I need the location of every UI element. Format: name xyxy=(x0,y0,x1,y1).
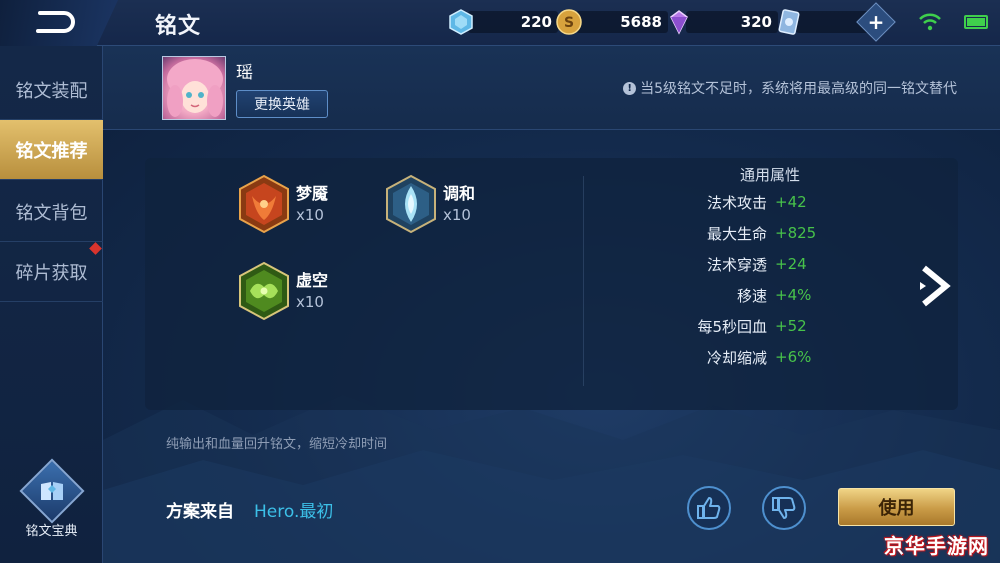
attribute-name: 法术攻击 xyxy=(706,193,767,212)
attribute-row: 移速 +4% xyxy=(585,284,905,306)
divider xyxy=(583,176,584,386)
rune-name: 虚空 xyxy=(296,271,329,290)
attribute-name: 冷却缩减 xyxy=(706,348,767,367)
plus-icon: + xyxy=(867,10,885,34)
attribute-name: 法术穿透 xyxy=(706,255,767,274)
attribute-row: 冷却缩减 +6% xyxy=(585,346,905,368)
diamond-resource: 220 xyxy=(448,8,558,36)
diamond-icon xyxy=(449,9,473,35)
like-button[interactable] xyxy=(687,486,731,530)
dislike-button[interactable] xyxy=(762,486,806,530)
sidebar-item-rune-equip[interactable]: 铭文装配 xyxy=(0,60,103,120)
source-author-link[interactable]: Hero.最初 xyxy=(254,497,333,522)
gold-count: 5688 xyxy=(576,11,668,33)
gold-coin-icon: S xyxy=(556,9,582,35)
rune-name: 梦魇 xyxy=(296,184,329,203)
attribute-value: +6% xyxy=(775,348,812,366)
back-arrow-icon xyxy=(36,11,75,33)
top-bar: 铭文 220 S 5688 320 0 + xyxy=(0,0,1000,46)
rune-codex-button[interactable]: 铭文宝典 xyxy=(0,458,103,563)
attribute-value: +825 xyxy=(775,224,817,242)
rune-count: x10 xyxy=(296,293,324,311)
thumbs-up-icon xyxy=(697,497,721,519)
rune-name: 调和 xyxy=(443,184,476,203)
rune-item[interactable]: 调和 x10 xyxy=(385,174,475,234)
attribute-name: 每5秒回血 xyxy=(697,317,767,336)
battery-icon xyxy=(964,15,988,29)
sidebar-item-label: 铭文背包 xyxy=(15,202,88,224)
attributes-title: 通用属性 xyxy=(739,166,800,184)
sidebar-item-rune-bag[interactable]: 铭文背包 xyxy=(0,182,103,242)
sidebar-item-label: 碎片获取 xyxy=(15,262,88,284)
sidebar: 铭文装配 铭文推荐 铭文背包 碎片获取 铭文宝典 xyxy=(0,46,103,563)
attribute-value: +4% xyxy=(775,286,812,304)
rune-count: x10 xyxy=(443,206,471,224)
sidebar-item-label: 铭文装配 xyxy=(15,80,88,102)
sidebar-item-rune-recommend[interactable]: 铭文推荐 xyxy=(0,120,103,180)
use-button[interactable]: 使用 xyxy=(838,488,955,526)
attribute-value: +42 xyxy=(775,193,807,211)
watermark-logo: 京华手游网 xyxy=(884,534,989,558)
gem-resource: 320 xyxy=(666,8,778,36)
back-button[interactable] xyxy=(0,0,118,46)
rune-item[interactable]: 虚空 x10 xyxy=(238,261,328,321)
diamond-count: 220 xyxy=(468,11,558,33)
sidebar-item-fragment-get[interactable]: 碎片获取 xyxy=(0,242,103,302)
rune-item[interactable]: 梦魇 x10 xyxy=(238,174,328,234)
attribute-name: 移速 xyxy=(736,286,767,305)
plan-description: 纯输出和血量回升铭文，缩短冷却时间 xyxy=(166,437,388,452)
wifi-icon xyxy=(919,13,941,31)
green-rune-icon xyxy=(239,261,289,321)
next-page-arrow-icon[interactable] xyxy=(918,264,952,308)
notice: ! 当5级铭文不足时，系统将用最高级的同一铭文替代 xyxy=(623,78,957,98)
rune-recommend-panel: 梦魇 x10 调和 x10 虚空 x10 通用属性 法术攻击 +42 最大生命 … xyxy=(145,158,958,410)
rune-count: x10 xyxy=(296,206,324,224)
attribute-row: 最大生命 +825 xyxy=(585,222,905,244)
voucher-card-icon xyxy=(778,9,800,35)
attribute-row: 每5秒回血 +52 xyxy=(585,315,905,337)
gold-resource: S 5688 xyxy=(556,8,668,36)
attribute-value: +52 xyxy=(775,317,807,335)
attribute-name: 最大生命 xyxy=(706,224,767,243)
hero-header: 瑶 更换英雄 ! 当5级铭文不足时，系统将用最高级的同一铭文替代 xyxy=(103,46,1000,130)
thumbs-down-icon xyxy=(772,497,796,519)
red-rune-icon xyxy=(239,174,289,234)
codex-book-icon xyxy=(18,458,85,524)
attribute-row: 法术攻击 +42 xyxy=(585,191,905,213)
page-title: 铭文 xyxy=(155,14,202,39)
attribute-row: 法术穿透 +24 xyxy=(585,253,905,275)
notice-text: 当5级铭文不足时，系统将用最高级的同一铭文替代 xyxy=(640,81,957,97)
attribute-value: +24 xyxy=(775,255,807,273)
change-hero-button[interactable]: 更换英雄 xyxy=(236,90,328,118)
gem-count: 320 xyxy=(686,11,778,33)
info-icon: ! xyxy=(623,81,637,95)
notification-badge xyxy=(89,242,102,255)
hero-name: 瑶 xyxy=(236,63,253,83)
gem-crystal-icon xyxy=(670,10,688,35)
sidebar-item-label: 铭文推荐 xyxy=(15,140,88,162)
hero-avatar xyxy=(162,56,226,120)
blue-rune-icon xyxy=(386,174,436,234)
source-label: 方案来自 xyxy=(166,502,234,522)
svg-text:S: S xyxy=(564,15,574,31)
